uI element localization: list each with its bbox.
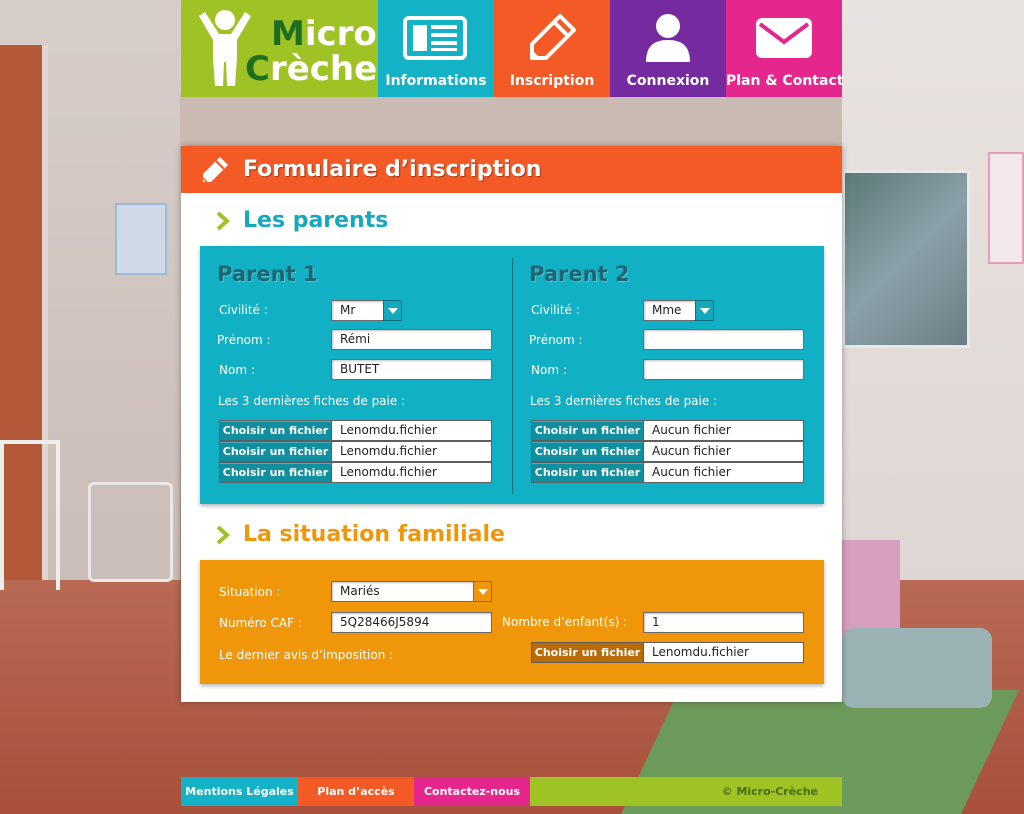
parent2-heading: Parent 2 xyxy=(529,262,630,286)
footer-plan-link[interactable]: Plan d’accès xyxy=(298,777,414,806)
logo[interactable]: Micro Crèche xyxy=(181,0,378,97)
parent2-nom-label: Nom : xyxy=(531,363,567,377)
parent2-column: Parent 2 Civilité : Mme Prénom : Nom : L… xyxy=(512,246,824,504)
parent1-file-row: Choisir un fichier Lenomdu.fichier xyxy=(219,441,492,462)
caf-number-input[interactable]: 5Q28466J5894 xyxy=(331,612,492,633)
parents-box: Parent 1 Civilité : Mr Prénom : Rémi Nom… xyxy=(200,246,824,504)
parent2-prenom-input[interactable] xyxy=(643,329,804,350)
choose-file-button[interactable]: Choisir un fichier xyxy=(531,420,644,441)
file-name-display: Lenomdu.fichier xyxy=(332,462,492,483)
envelope-icon xyxy=(756,18,812,58)
user-icon xyxy=(646,14,690,62)
file-name-display: Lenomdu.fichier xyxy=(332,441,492,462)
choose-file-button[interactable]: Choisir un fichier xyxy=(531,441,644,462)
parent1-heading: Parent 1 xyxy=(217,262,318,286)
choose-file-button[interactable]: Choisir un fichier xyxy=(531,642,644,663)
situation-select[interactable]: Mariés xyxy=(331,581,492,602)
parent2-file-row: Choisir un fichier Aucun fichier xyxy=(531,420,804,441)
choose-file-button[interactable]: Choisir un fichier xyxy=(219,441,332,462)
dropdown-arrow-icon[interactable] xyxy=(473,581,492,602)
parent1-civilite-select[interactable]: Mr xyxy=(331,300,402,321)
pencil-icon xyxy=(202,156,228,183)
parent1-prenom-input[interactable]: Rémi xyxy=(331,329,492,350)
parent2-payslips-label: Les 3 dernières fiches de paie : xyxy=(530,394,718,408)
nav-informations[interactable]: Informations xyxy=(378,0,494,97)
parent1-file-row: Choisir un fichier Lenomdu.fichier xyxy=(219,462,492,483)
tax-file-row: Choisir un fichier Lenomdu.fichier xyxy=(531,642,804,663)
parent1-column: Parent 1 Civilité : Mr Prénom : Rémi Nom… xyxy=(200,246,512,504)
main-nav: Micro Crèche Informations Inscription Co… xyxy=(181,0,844,97)
nav-plan-contact-label: Plan & Contact xyxy=(726,73,844,89)
family-box: Situation : Mariés Numéro CAF : 5Q28466J… xyxy=(200,560,824,684)
chevron-right-icon xyxy=(216,211,231,230)
parent2-file-row: Choisir un fichier Aucun fichier xyxy=(531,441,804,462)
parent2-nom-input[interactable] xyxy=(643,359,804,380)
parent2-civilite-label: Civilité : xyxy=(531,303,580,317)
nav-connexion-label: Connexion xyxy=(626,73,710,89)
dropdown-arrow-icon[interactable] xyxy=(695,300,714,321)
file-name-display: Aucun fichier xyxy=(644,441,804,462)
nav-inscription-label: Inscription xyxy=(509,73,595,89)
file-name-display: Lenomdu.fichier xyxy=(332,420,492,441)
nav-informations-label: Informations xyxy=(385,73,487,89)
parent1-payslips-label: Les 3 dernières fiches de paie : xyxy=(218,394,406,408)
parent2-file-row: Choisir un fichier Aucun fichier xyxy=(531,462,804,483)
tax-notice-label: Le dernier avis d’imposition : xyxy=(219,648,394,662)
parent2-prenom-label: Prénom : xyxy=(529,333,583,347)
nav-inscription[interactable]: Inscription xyxy=(494,0,610,97)
choose-file-button[interactable]: Choisir un fichier xyxy=(219,420,332,441)
dropdown-arrow-icon[interactable] xyxy=(383,300,402,321)
section-parents-title: Les parents xyxy=(215,208,388,233)
parent1-civilite-label: Civilité : xyxy=(219,303,268,317)
situation-label: Situation : xyxy=(219,585,281,599)
chevron-right-icon xyxy=(216,525,231,544)
pencil-icon xyxy=(530,14,576,60)
form-title: Formulaire d’inscription xyxy=(243,157,542,182)
file-name-display: Aucun fichier xyxy=(644,420,804,441)
registration-form-panel: Formulaire d’inscription Les parents Par… xyxy=(181,146,842,702)
parent2-civilite-select[interactable]: Mme xyxy=(643,300,714,321)
nav-connexion[interactable]: Connexion xyxy=(610,0,726,97)
choose-file-button[interactable]: Choisir un fichier xyxy=(531,462,644,483)
parent1-file-row: Choisir un fichier Lenomdu.fichier xyxy=(219,420,492,441)
children-count-input[interactable]: 1 xyxy=(643,612,804,633)
logo-word-micro: Micro xyxy=(271,14,377,54)
logo-word-creche: Crèche xyxy=(245,49,378,89)
parent1-prenom-label: Prénom : xyxy=(217,333,271,347)
parent1-nom-input[interactable]: BUTET xyxy=(331,359,492,380)
parent1-nom-label: Nom : xyxy=(219,363,255,377)
footer-copyright: © Micro-Crèche xyxy=(530,777,842,806)
choose-file-button[interactable]: Choisir un fichier xyxy=(219,462,332,483)
form-header: Formulaire d’inscription xyxy=(181,146,842,193)
children-count-label: Nombre d’enfant(s) : xyxy=(502,615,628,629)
footer: Mentions Légales Plan d’accès Contactez-… xyxy=(181,777,842,806)
caf-label: Numéro CAF : xyxy=(219,616,302,630)
footer-contact-link[interactable]: Contactez-nous xyxy=(414,777,530,806)
section-family-title: La situation familiale xyxy=(215,522,505,547)
nav-plan-contact[interactable]: Plan & Contact xyxy=(726,0,844,97)
file-name-display: Lenomdu.fichier xyxy=(644,642,804,663)
file-name-display: Aucun fichier xyxy=(644,462,804,483)
newspaper-icon xyxy=(403,16,467,60)
footer-legal-link[interactable]: Mentions Légales xyxy=(181,777,298,806)
